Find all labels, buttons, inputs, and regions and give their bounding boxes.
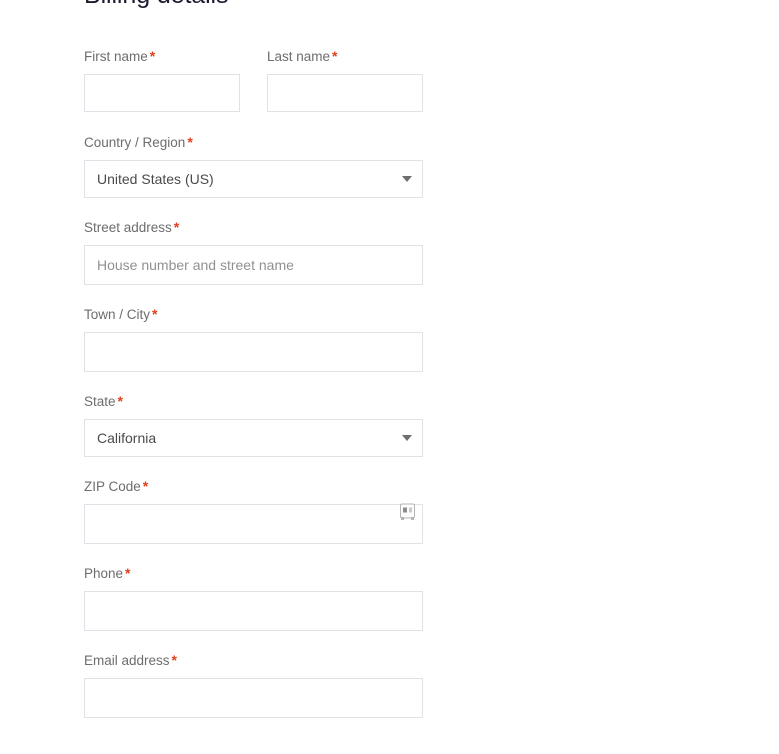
row-gap: [84, 544, 423, 565]
zip-label-text: ZIP Code: [84, 478, 141, 494]
city-label: Town / City *: [84, 306, 423, 323]
state-label-text: State: [84, 393, 116, 409]
required-asterisk: *: [332, 47, 338, 64]
required-asterisk: *: [187, 133, 193, 150]
row-gap: [84, 631, 423, 652]
country-select[interactable]: United States (US): [84, 159, 423, 198]
required-asterisk: *: [173, 218, 180, 235]
required-asterisk: *: [142, 477, 149, 494]
billing-form-column: Billing details First name* Last name* C…: [84, 0, 423, 718]
field-phone: Phone *: [84, 565, 423, 631]
row-gap: [84, 285, 423, 306]
title-spacer: [84, 12, 423, 48]
row-gap: [84, 457, 423, 478]
last-name-input[interactable]: [267, 73, 423, 112]
required-asterisk: *: [149, 47, 156, 64]
required-asterisk: *: [171, 651, 177, 668]
required-asterisk: *: [117, 392, 123, 409]
field-country: Country / Region * United States (US): [84, 134, 423, 198]
name-row: First name * Last name *: [84, 48, 423, 112]
street-address-label: Street address *: [84, 219, 423, 236]
zip-input[interactable]: [84, 503, 423, 544]
field-state: State * California: [84, 393, 423, 457]
street-address-input[interactable]: [84, 244, 423, 285]
email-label: Email address *: [84, 652, 423, 669]
required-asterisk: *: [152, 305, 158, 322]
phone-input[interactable]: [84, 590, 423, 631]
first-name-input[interactable]: [84, 73, 240, 112]
street-address-label-text: Street address: [84, 219, 172, 235]
country-label-text: Country / Region: [84, 134, 186, 150]
field-zip: ZIP Code *: [84, 478, 423, 544]
field-last-name: Last name *: [267, 48, 423, 112]
email-label-text: Email address: [84, 652, 170, 668]
city-label-text: Town / City: [84, 306, 151, 322]
page-title: Billing details: [84, 0, 423, 12]
row-gap: [84, 112, 423, 134]
state-select[interactable]: California: [84, 418, 423, 457]
autofill-icon[interactable]: [400, 503, 415, 518]
row-gap: [84, 372, 423, 393]
field-street-address: Street address *: [84, 219, 423, 285]
city-input[interactable]: [84, 331, 423, 372]
field-first-name: First name *: [84, 48, 240, 112]
state-label: State *: [84, 393, 423, 410]
row-gap: [84, 198, 423, 219]
last-name-label: Last name *: [267, 48, 423, 65]
field-email: Email address *: [84, 652, 423, 718]
billing-details-page: Billing details First name* Last name* C…: [0, 0, 779, 754]
first-name-label-text: First name: [84, 48, 148, 64]
last-name-label-text: Last name: [267, 48, 331, 64]
country-label: Country / Region *: [84, 134, 423, 151]
phone-label: Phone *: [84, 565, 423, 582]
zip-label: ZIP Code *: [84, 478, 423, 495]
first-name-label: First name *: [84, 48, 240, 65]
required-asterisk: *: [125, 564, 131, 581]
state-select-wrap: California: [84, 418, 423, 457]
country-select-wrap: United States (US): [84, 159, 423, 198]
phone-label-text: Phone: [84, 565, 124, 581]
field-city: Town / City *: [84, 306, 423, 372]
email-input[interactable]: [84, 677, 423, 718]
